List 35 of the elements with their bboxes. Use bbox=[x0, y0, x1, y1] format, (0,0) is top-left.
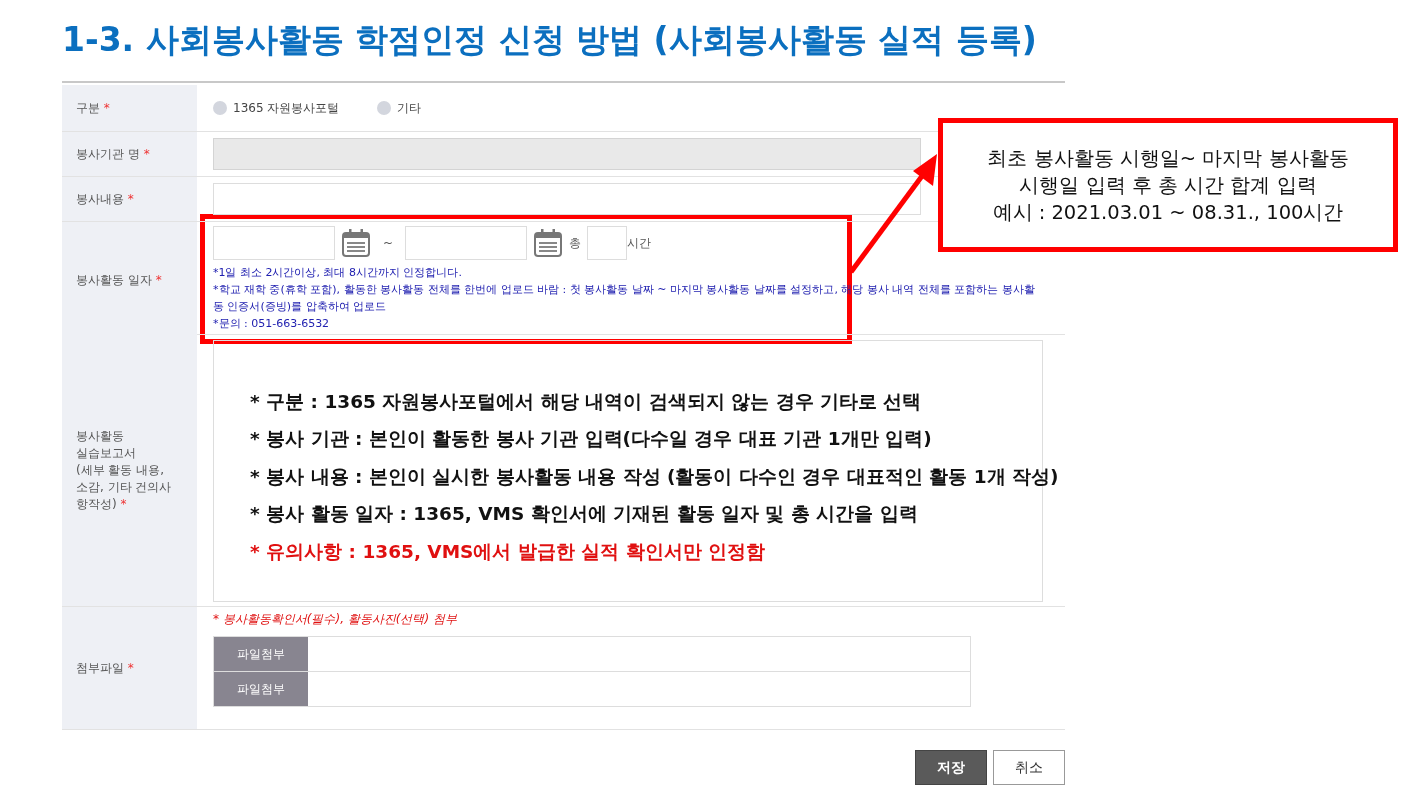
radio-option[interactable]: 1365 자원봉사포털 bbox=[213, 99, 340, 117]
cancel-button[interactable]: 취소 bbox=[993, 750, 1065, 785]
field-label: 봉사기관 명 * bbox=[76, 145, 150, 163]
save-button[interactable]: 저장 bbox=[915, 750, 987, 785]
callout-text: 시행일 입력 후 총 시간 합계 입력 bbox=[1019, 172, 1317, 199]
field-label: 봉사내용 * bbox=[76, 190, 134, 208]
hours-field[interactable] bbox=[587, 226, 628, 260]
guide-text: * 봉사 기관 : 본인이 활동한 봉사 기관 입력(다수일 경우 대표 기관 1개만 입력) bbox=[250, 428, 932, 449]
slide-title: 1-3. 사회봉사활동 학점인정 신청 방법 (사회봉사활동 실적 등록) bbox=[62, 18, 1065, 83]
callout-text: 예시 : 2021.03.01 ~ 08.31., 100시간 bbox=[992, 199, 1344, 226]
radio-dot[interactable] bbox=[377, 101, 392, 115]
callout-text: 최초 봉사활동 시행일~ 마지막 봉사활동 bbox=[987, 145, 1349, 172]
attach-file-button[interactable]: 파일첨부 bbox=[214, 672, 308, 706]
range-separator: ~ bbox=[383, 236, 394, 250]
attach-file-button[interactable]: 파일첨부 bbox=[214, 637, 308, 671]
radio-option[interactable]: 기타 bbox=[377, 99, 422, 117]
calendar-icon[interactable] bbox=[533, 228, 564, 258]
attachment-note: * 봉사활동확인서(필수), 활동사진(선택) 첨부 bbox=[213, 611, 457, 628]
total-label: 총 bbox=[569, 234, 582, 252]
date-field[interactable] bbox=[213, 226, 335, 260]
text-field[interactable] bbox=[213, 183, 921, 215]
guide-text: * 유의사항 : 1365, VMS에서 발급한 실적 확인서만 인정함 bbox=[250, 540, 766, 562]
guide-text: * 봉사 활동 일자 : 1365, VMS 확인서에 기재된 활동 일자 및 총 시간을 입력 bbox=[250, 503, 918, 524]
field-label: 봉사활동 실습보고서 (세부 활동 내용, 소감, 기타 건의사 항작성) * bbox=[76, 428, 172, 513]
help-note: *문의 : 051-663-6532 bbox=[213, 316, 331, 332]
calendar-icon[interactable] bbox=[341, 228, 371, 258]
field-label: 봉사활동 일자 * bbox=[76, 271, 162, 289]
field-label: 구분 * bbox=[76, 99, 110, 117]
help-note: *1일 최소 2시간이상, 최대 8시간까지 인정합니다. bbox=[213, 265, 463, 281]
guide-text: * 구분 : 1365 자원봉사포털에서 해당 내역이 검색되지 않는 경우 기타로 선택 bbox=[250, 390, 922, 412]
field-label: 첨부파일 * bbox=[76, 659, 134, 677]
radio-dot[interactable] bbox=[213, 101, 227, 115]
date-field[interactable] bbox=[405, 226, 528, 260]
unit-label: 시간 bbox=[627, 234, 652, 252]
guide-text: * 봉사 내용 : 본인이 실시한 봉사활동 내용 작성 (활동이 다수인 경우 대표적인 활동 1개 작성) bbox=[250, 465, 1059, 487]
